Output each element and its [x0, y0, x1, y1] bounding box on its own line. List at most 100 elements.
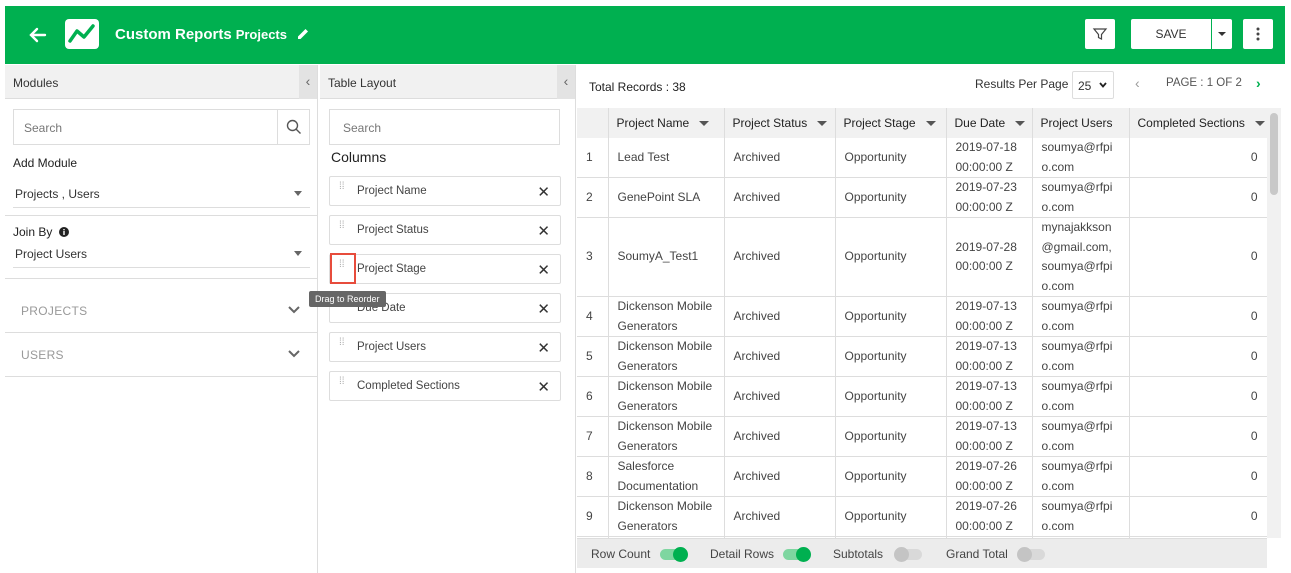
- remove-column-icon[interactable]: ✕: [537, 339, 550, 357]
- project-stage-cell: Opportunity: [835, 376, 947, 417]
- collapse-modules-button[interactable]: ‹: [299, 65, 317, 99]
- drag-handle-icon[interactable]: ⁞⁞: [339, 221, 347, 236]
- search-placeholder: Search: [24, 121, 63, 135]
- table-row[interactable]: 7 Dickenson Mobile Generators Archived Oppo…: [577, 416, 1267, 457]
- search-button[interactable]: [277, 110, 309, 144]
- prev-page-button[interactable]: ‹: [1135, 75, 1140, 91]
- table-row[interactable]: 8 Salesforce Documentation Archived Opportu…: [577, 456, 1267, 497]
- drag-handle-icon[interactable]: ⁞⁞: [339, 377, 347, 392]
- table-row[interactable]: 3 SoumyA_Test1 Archived Opportunity 2019-07-…: [577, 217, 1267, 297]
- column-item[interactable]: ⁞⁞ Project Name ✕: [329, 176, 561, 206]
- remove-column-icon[interactable]: ✕: [537, 378, 550, 396]
- row-number-cell: 1: [577, 138, 609, 178]
- results-per-page-select[interactable]: 25: [1072, 71, 1114, 99]
- remove-column-icon[interactable]: ✕: [537, 261, 550, 279]
- row-number-cell: 8: [577, 456, 609, 497]
- reports-logo-icon: [65, 19, 99, 49]
- column-name: Project Status: [357, 224, 429, 236]
- due-date-cell: 2019-07-28 00:00:00 Z: [946, 217, 1033, 297]
- columns-title: Columns: [331, 149, 387, 165]
- row-number-cell: 4: [577, 296, 609, 337]
- section-users[interactable]: USERS: [5, 333, 317, 377]
- sort-caret-icon[interactable]: [817, 121, 828, 127]
- project-stage-cell: Opportunity: [835, 456, 947, 497]
- filter-button[interactable]: [1085, 19, 1115, 49]
- section-projects[interactable]: PROJECTS: [5, 289, 317, 333]
- project-status-cell: Archived: [724, 336, 836, 377]
- drag-handle-icon[interactable]: ⁞⁞: [339, 338, 347, 353]
- results-per-page-label: Results Per Page: [975, 77, 1069, 91]
- table-layout-panel: Table Layout ‹ Search Columns ⁞⁞ Project…: [320, 65, 576, 573]
- table-row[interactable]: 5 Dickenson Mobile Generators Archived Oppo…: [577, 336, 1267, 377]
- remove-column-icon[interactable]: ✕: [537, 222, 550, 240]
- column-item[interactable]: ⁞⁞ Completed Sections ✕: [329, 371, 561, 401]
- total-value: : 38: [665, 80, 686, 94]
- row-number-header: [577, 108, 609, 138]
- column-item[interactable]: ⁞⁞ Project Users ✕: [329, 332, 561, 362]
- project-name-cell: Dickenson Mobile Generators: [608, 416, 725, 457]
- table-footer: Row Count Detail Rows Subtotals Grand To…: [577, 538, 1267, 568]
- modules-panel-header: Modules ‹: [5, 65, 317, 99]
- back-arrow-icon[interactable]: [27, 24, 49, 46]
- row-count-toggle[interactable]: [660, 547, 688, 562]
- column-header[interactable]: Project Name: [608, 108, 725, 138]
- column-search-input[interactable]: Search: [329, 109, 560, 145]
- due-date-cell: 2019-07-23 00:00:00 Z: [946, 177, 1033, 218]
- app-header: Custom Reports Projects SAVE: [5, 6, 1285, 64]
- table-row[interactable]: 4 Dickenson Mobile Generators Archived Oppo…: [577, 296, 1267, 337]
- add-module-value: Projects , Users: [15, 187, 100, 201]
- next-page-button[interactable]: ›: [1256, 75, 1261, 91]
- scrollbar-thumb[interactable]: [1270, 113, 1278, 195]
- project-status-cell: Archived: [724, 496, 836, 537]
- table-scrollbar[interactable]: [1267, 108, 1281, 538]
- add-module-select[interactable]: Projects , Users: [13, 180, 310, 208]
- sort-caret-icon[interactable]: [1015, 121, 1026, 127]
- project-name-cell: Salesforce Documentation: [608, 456, 725, 497]
- detail-rows-toggle[interactable]: [783, 547, 811, 562]
- remove-column-icon[interactable]: ✕: [537, 300, 550, 318]
- project-name-cell: Dickenson Mobile Generators: [608, 296, 725, 337]
- column-header[interactable]: Project Users: [1032, 108, 1130, 138]
- page-title: Custom Reports Projects: [115, 26, 287, 43]
- total-records: Total Records : 38: [589, 80, 686, 94]
- column-header[interactable]: Due Date: [946, 108, 1033, 138]
- due-date-cell: 2019-07-18 00:00:00 Z: [946, 138, 1033, 178]
- column-item[interactable]: ⁞⁞ Project Status ✕: [329, 215, 561, 245]
- save-button[interactable]: SAVE: [1131, 19, 1211, 49]
- column-item[interactable]: ⁞⁞ Project Stage ✕: [329, 254, 561, 284]
- row-number-cell: 5: [577, 336, 609, 377]
- subtotals-toggle[interactable]: [894, 547, 922, 562]
- sort-caret-icon[interactable]: [925, 121, 936, 127]
- more-options-button[interactable]: [1243, 19, 1273, 49]
- project-name-cell: Dickenson Mobile Generators: [608, 376, 725, 417]
- page-indicator: PAGE : 1 OF 2: [1166, 77, 1242, 89]
- edit-pencil-icon[interactable]: [295, 26, 311, 42]
- search-placeholder: Search: [343, 121, 382, 135]
- remove-column-icon[interactable]: ✕: [537, 183, 550, 201]
- completed-sections-cell: 0: [1129, 376, 1267, 417]
- drag-handle-icon[interactable]: ⁞⁞: [339, 182, 347, 197]
- column-header[interactable]: Project Stage: [835, 108, 947, 138]
- info-icon[interactable]: [58, 227, 69, 237]
- sort-caret-icon[interactable]: [1254, 121, 1265, 127]
- completed-sections-cell: 0: [1129, 138, 1267, 178]
- results-panel: Total Records : 38 Results Per Page 25 ‹…: [577, 65, 1291, 573]
- column-header[interactable]: Completed Sections: [1129, 108, 1267, 138]
- collapse-layout-button[interactable]: ‹: [557, 65, 575, 99]
- join-by-text: Join By: [13, 225, 53, 239]
- module-search-input[interactable]: Search: [13, 109, 310, 145]
- table-header-row: Project Name Project Status Project Stag…: [577, 108, 1267, 138]
- sort-caret-icon[interactable]: [699, 121, 710, 127]
- table-row[interactable]: 6 Dickenson Mobile Generators Archived Oppo…: [577, 376, 1267, 417]
- join-by-select[interactable]: Project Users: [13, 240, 310, 268]
- table-row[interactable]: 1 Lead Test Archived Opportunity 2019-07-18 …: [577, 138, 1267, 178]
- table-row[interactable]: 9 Dickenson Mobile Generators Archived Oppo…: [577, 496, 1267, 537]
- project-name-cell: GenePoint SLA: [608, 177, 725, 218]
- save-dropdown-button[interactable]: [1212, 19, 1232, 49]
- header-label: Completed Sections: [1137, 116, 1245, 130]
- caret-down-icon: [294, 251, 302, 256]
- column-header[interactable]: Project Status: [724, 108, 836, 138]
- table-row[interactable]: 2 GenePoint SLA Archived Opportunity 2019-07…: [577, 177, 1267, 218]
- project-status-cell: Archived: [724, 217, 836, 297]
- grand-total-toggle[interactable]: [1017, 547, 1045, 562]
